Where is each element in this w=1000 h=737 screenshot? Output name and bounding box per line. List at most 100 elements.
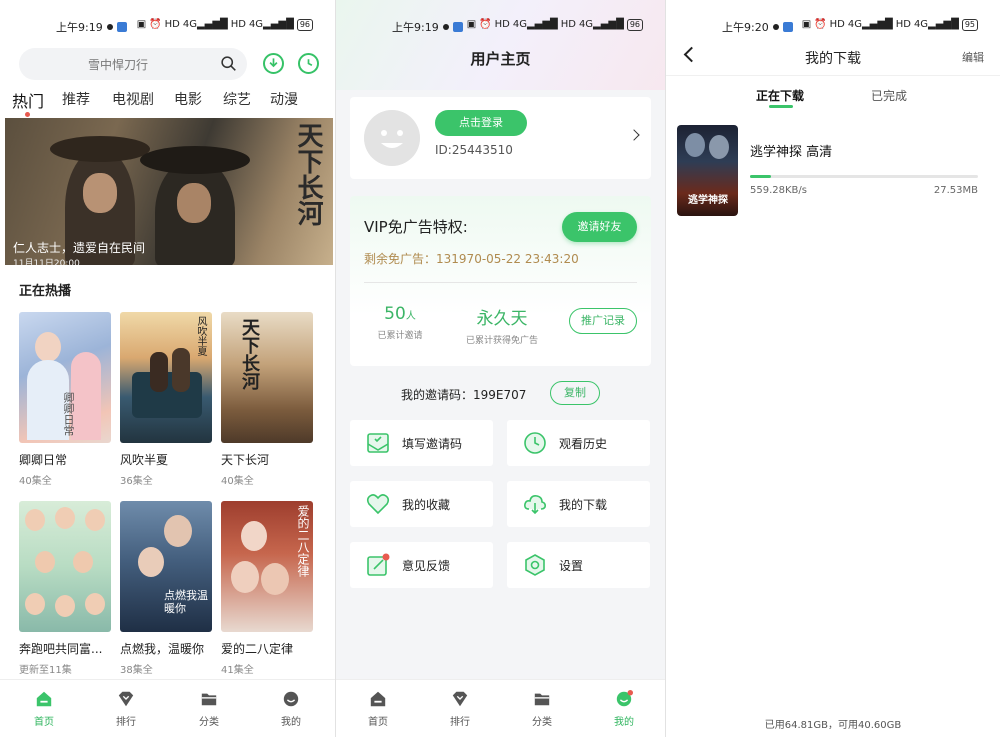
nav-mine[interactable]: 我的 (604, 690, 644, 728)
storage-info: 已用64.81GB，可用40.60GB (764, 720, 902, 731)
user-icon (616, 690, 633, 707)
edit-icon (367, 553, 390, 576)
invite-friends-button[interactable]: 邀请好友 (562, 212, 637, 242)
avatar[interactable] (364, 110, 420, 166)
status-icons: ▣ ⏰ HD 4G▂▄▆█ HD 4G▂▄▆█ 96 (134, 19, 313, 31)
nav-rank[interactable]: 排行 (106, 690, 146, 728)
nav-mine[interactable]: 我的 (271, 690, 311, 728)
vip-title: VIP免广告特权: (364, 218, 468, 236)
menu-settings[interactable]: 设置 (507, 542, 650, 588)
tab-completed[interactable]: 已完成 (871, 87, 907, 104)
tab-indicator (769, 105, 793, 108)
poster-overlay-text: 天下长河 (239, 318, 260, 390)
poster-episodes: 38集全 (120, 665, 153, 676)
menu-favorites[interactable]: 我的收藏 (350, 481, 493, 527)
heart-icon (366, 494, 390, 515)
poster-overlay-text: 爱的二八定律 (296, 505, 310, 577)
menu-feedback[interactable]: 意见反馈 (350, 542, 493, 588)
poster-6[interactable]: 爱的二八定律 (221, 501, 313, 632)
divider (364, 282, 637, 283)
menu-invite-code[interactable]: 填写邀请码 (350, 420, 493, 466)
cloud-download-icon (524, 495, 546, 515)
bottom-nav: 首页 排行 分类 我的 (0, 679, 335, 737)
tab-recommend[interactable]: 推荐 (62, 89, 90, 109)
status-time: 上午9:19 (56, 19, 127, 35)
banner-caption: 仁人志士，遗爱自在民间 (13, 241, 146, 255)
search-icon[interactable] (220, 55, 237, 72)
invite-code-label: 我的邀请码： (401, 388, 474, 402)
vip-card: VIP免广告特权: 邀请好友 剩余免广告：131970-05-22 23:43:… (350, 196, 651, 366)
poster-episodes: 更新至11集 (19, 665, 72, 676)
rank-icon (452, 691, 468, 707)
poster-title: 奔跑吧共同富... (19, 642, 103, 656)
login-button[interactable]: 点击登录 (435, 110, 527, 136)
download-progress-bar (750, 175, 978, 178)
active-tab-indicator (25, 112, 30, 117)
folder-icon (534, 693, 550, 706)
status-icons: ▣ ⏰ HD 4G▂▄▆█ HD 4G▂▄▆█ 95 (799, 19, 978, 31)
poster-1[interactable]: 卿卿日常 (19, 312, 111, 443)
page-title: 我的下载 (805, 51, 861, 67)
tab-anime[interactable]: 动漫 (270, 89, 298, 109)
edit-button[interactable]: 编辑 (962, 49, 984, 65)
invite-code-icon (367, 433, 389, 453)
poster-overlay-text: 卿卿日常 (62, 392, 75, 436)
tab-movie[interactable]: 电影 (174, 89, 202, 109)
folder-icon (201, 693, 217, 706)
user-card[interactable]: 点击登录 ID:25443510 (350, 97, 651, 179)
nav-category[interactable]: 分类 (189, 690, 229, 728)
home-icon (370, 691, 386, 707)
poster-title: 风吹半夏 (120, 453, 169, 467)
poster-4[interactable] (19, 501, 111, 632)
tab-tv[interactable]: 电视剧 (112, 89, 154, 109)
banner-subcaption: 11月11日20:00 (13, 259, 80, 265)
menu-downloads[interactable]: 我的下载 (507, 481, 650, 527)
status-bar: 上午9:19 ▣ ⏰ HD 4G▂▄▆█ HD 4G▂▄▆█ 96 (336, 0, 665, 52)
nav-home[interactable]: 首页 (358, 690, 398, 728)
poster-5[interactable]: 点燃我温暖你 (120, 501, 212, 632)
nav-category[interactable]: 分类 (522, 690, 562, 728)
promo-record-button[interactable]: 推广记录 (569, 308, 637, 334)
menu-watch-history[interactable]: 观看历史 (507, 420, 650, 466)
status-time: 上午9:19 (392, 19, 463, 35)
tab-variety[interactable]: 综艺 (223, 89, 251, 109)
home-screen: 上午9:19 ▣ ⏰ HD 4G▂▄▆█ HD 4G▂▄▆█ 96 雪中悍刀行 热门 推荐 … (0, 0, 335, 737)
status-icons: ▣ ⏰ HD 4G▂▄▆█ HD 4G▂▄▆█ 96 (464, 19, 643, 31)
poster-title: 爱的二八定律 (221, 642, 294, 656)
poster-episodes: 41集全 (221, 665, 254, 676)
page-title: 用户主页 (470, 50, 531, 68)
tab-downloading[interactable]: 正在下载 (756, 87, 804, 104)
bottom-nav: 首页 排行 分类 我的 (336, 679, 665, 737)
history-icon[interactable] (298, 53, 319, 74)
chevron-right-icon[interactable] (628, 129, 640, 141)
tab-hot[interactable]: 热门 (12, 88, 44, 112)
search-placeholder: 雪中悍刀行 (87, 58, 148, 72)
home-icon (36, 691, 52, 707)
status-time: 上午9:20 (722, 19, 793, 35)
poster-title: 点燃我，温暖你 (120, 642, 205, 656)
banner-title: 天下长河 (293, 122, 323, 226)
user-icon (283, 691, 299, 707)
settings-icon (525, 554, 545, 576)
nav-home[interactable]: 首页 (24, 690, 64, 728)
user-id: ID:25443510 (435, 143, 513, 157)
invite-code-value: 199E707 (473, 388, 527, 402)
section-title: 正在热播 (19, 284, 72, 299)
status-bar: 上午9:19 ▣ ⏰ HD 4G▂▄▆█ HD 4G▂▄▆█ 96 (0, 0, 335, 52)
download-title: 逃学神探 高清 (750, 145, 833, 160)
poster-3[interactable]: 天下长河 (221, 312, 313, 443)
poster-episodes: 40集全 (221, 476, 254, 487)
ad-free-stat: 永久天 已累计获得免广告 (465, 309, 538, 346)
download-size: 27.53MB (933, 185, 978, 196)
hero-banner[interactable]: 天下长河 仁人志士，遗爱自在民间 11月11日20:00 (5, 118, 333, 265)
clock-icon (524, 432, 546, 454)
download-icon[interactable] (263, 53, 284, 74)
poster-overlay-text: 点燃我温暖你 (164, 589, 208, 615)
search-bar[interactable]: 雪中悍刀行 (19, 48, 247, 80)
downloads-screen: 上午9:20 ▣ ⏰ HD 4G▂▄▆█ HD 4G▂▄▆█ 95 我的下载 编辑 正在下载… (666, 0, 1000, 737)
download-thumbnail: 逃学神探 (677, 125, 738, 216)
poster-2[interactable]: 风吹半夏 (120, 312, 212, 443)
poster-title: 卿卿日常 (19, 453, 68, 467)
nav-rank[interactable]: 排行 (440, 690, 480, 728)
copy-button[interactable]: 复制 (550, 381, 600, 405)
